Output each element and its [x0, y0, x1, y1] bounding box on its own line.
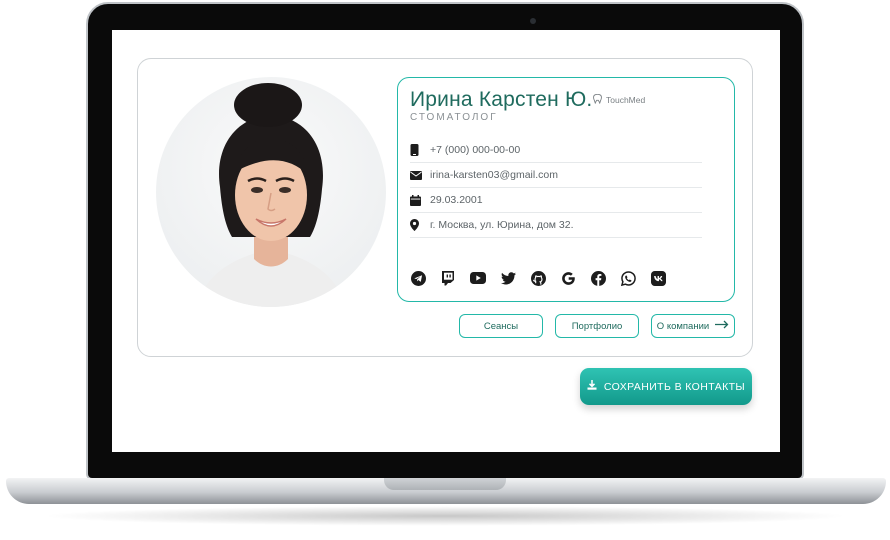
calendar-icon	[410, 194, 430, 206]
google-icon[interactable]	[560, 270, 576, 286]
portfolio-button[interactable]: Портфолио	[555, 314, 639, 338]
mail-icon	[410, 170, 430, 180]
twitter-icon[interactable]	[500, 270, 516, 286]
contact-phone-text: +7 (000) 000-00-00	[430, 144, 521, 156]
location-pin-icon	[410, 219, 430, 231]
business-card: Ирина Карстен Ю. TouchMed СТОМАТОЛОГ +7 …	[137, 58, 753, 357]
download-icon	[587, 380, 597, 393]
contact-address-text: г. Москва, ул. Юрина, дом 32.	[430, 219, 574, 231]
arrow-right-icon	[715, 320, 729, 332]
profile-photo	[156, 77, 386, 307]
social-links	[410, 270, 666, 286]
about-company-button[interactable]: О компании	[651, 314, 735, 338]
youtube-icon[interactable]	[470, 270, 486, 286]
save-to-contacts-label: СОХРАНИТЬ В КОНТАКТЫ	[603, 380, 746, 393]
laptop-mockup: Ирина Карстен Ю. TouchMed СТОМАТОЛОГ +7 …	[0, 0, 890, 540]
tooth-icon	[593, 93, 602, 106]
brand-badge: TouchMed	[593, 93, 646, 106]
facebook-icon[interactable]	[590, 270, 606, 286]
laptop-shadow	[40, 506, 850, 526]
contact-email-text: irina-karsten03@gmail.com	[430, 169, 558, 181]
laptop-notch	[384, 478, 506, 490]
telegram-icon[interactable]	[410, 270, 426, 286]
contact-row-address[interactable]: г. Москва, ул. Юрина, дом 32.	[410, 213, 702, 238]
contact-row-birthdate: 29.03.2001	[410, 188, 702, 213]
profile-name: Ирина Карстен Ю.	[410, 88, 593, 111]
laptop-screen: Ирина Карстен Ю. TouchMed СТОМАТОЛОГ +7 …	[112, 30, 780, 452]
contact-row-email[interactable]: irina-karsten03@gmail.com	[410, 163, 702, 188]
brand-name: TouchMed	[606, 95, 646, 105]
twitch-icon[interactable]	[440, 270, 456, 286]
contact-info-panel: Ирина Карстен Ю. TouchMed СТОМАТОЛОГ +7 …	[397, 77, 735, 302]
sessions-button-label: Сеансы	[483, 320, 519, 332]
portfolio-button-label: Портфолио	[571, 320, 623, 332]
phone-icon	[410, 144, 430, 156]
whatsapp-icon[interactable]	[620, 270, 636, 286]
profile-role: СТОМАТОЛОГ	[410, 112, 498, 123]
about-company-button-label: О компании	[656, 320, 710, 332]
save-to-contacts-button[interactable]: СОХРАНИТЬ В КОНТАКТЫ	[580, 368, 752, 405]
camera-dot	[530, 18, 536, 24]
vk-icon[interactable]	[650, 270, 666, 286]
github-icon[interactable]	[530, 270, 546, 286]
contact-row-phone[interactable]: +7 (000) 000-00-00	[410, 138, 702, 163]
contact-birthdate-text: 29.03.2001	[430, 194, 483, 206]
sessions-button[interactable]: Сеансы	[459, 314, 543, 338]
